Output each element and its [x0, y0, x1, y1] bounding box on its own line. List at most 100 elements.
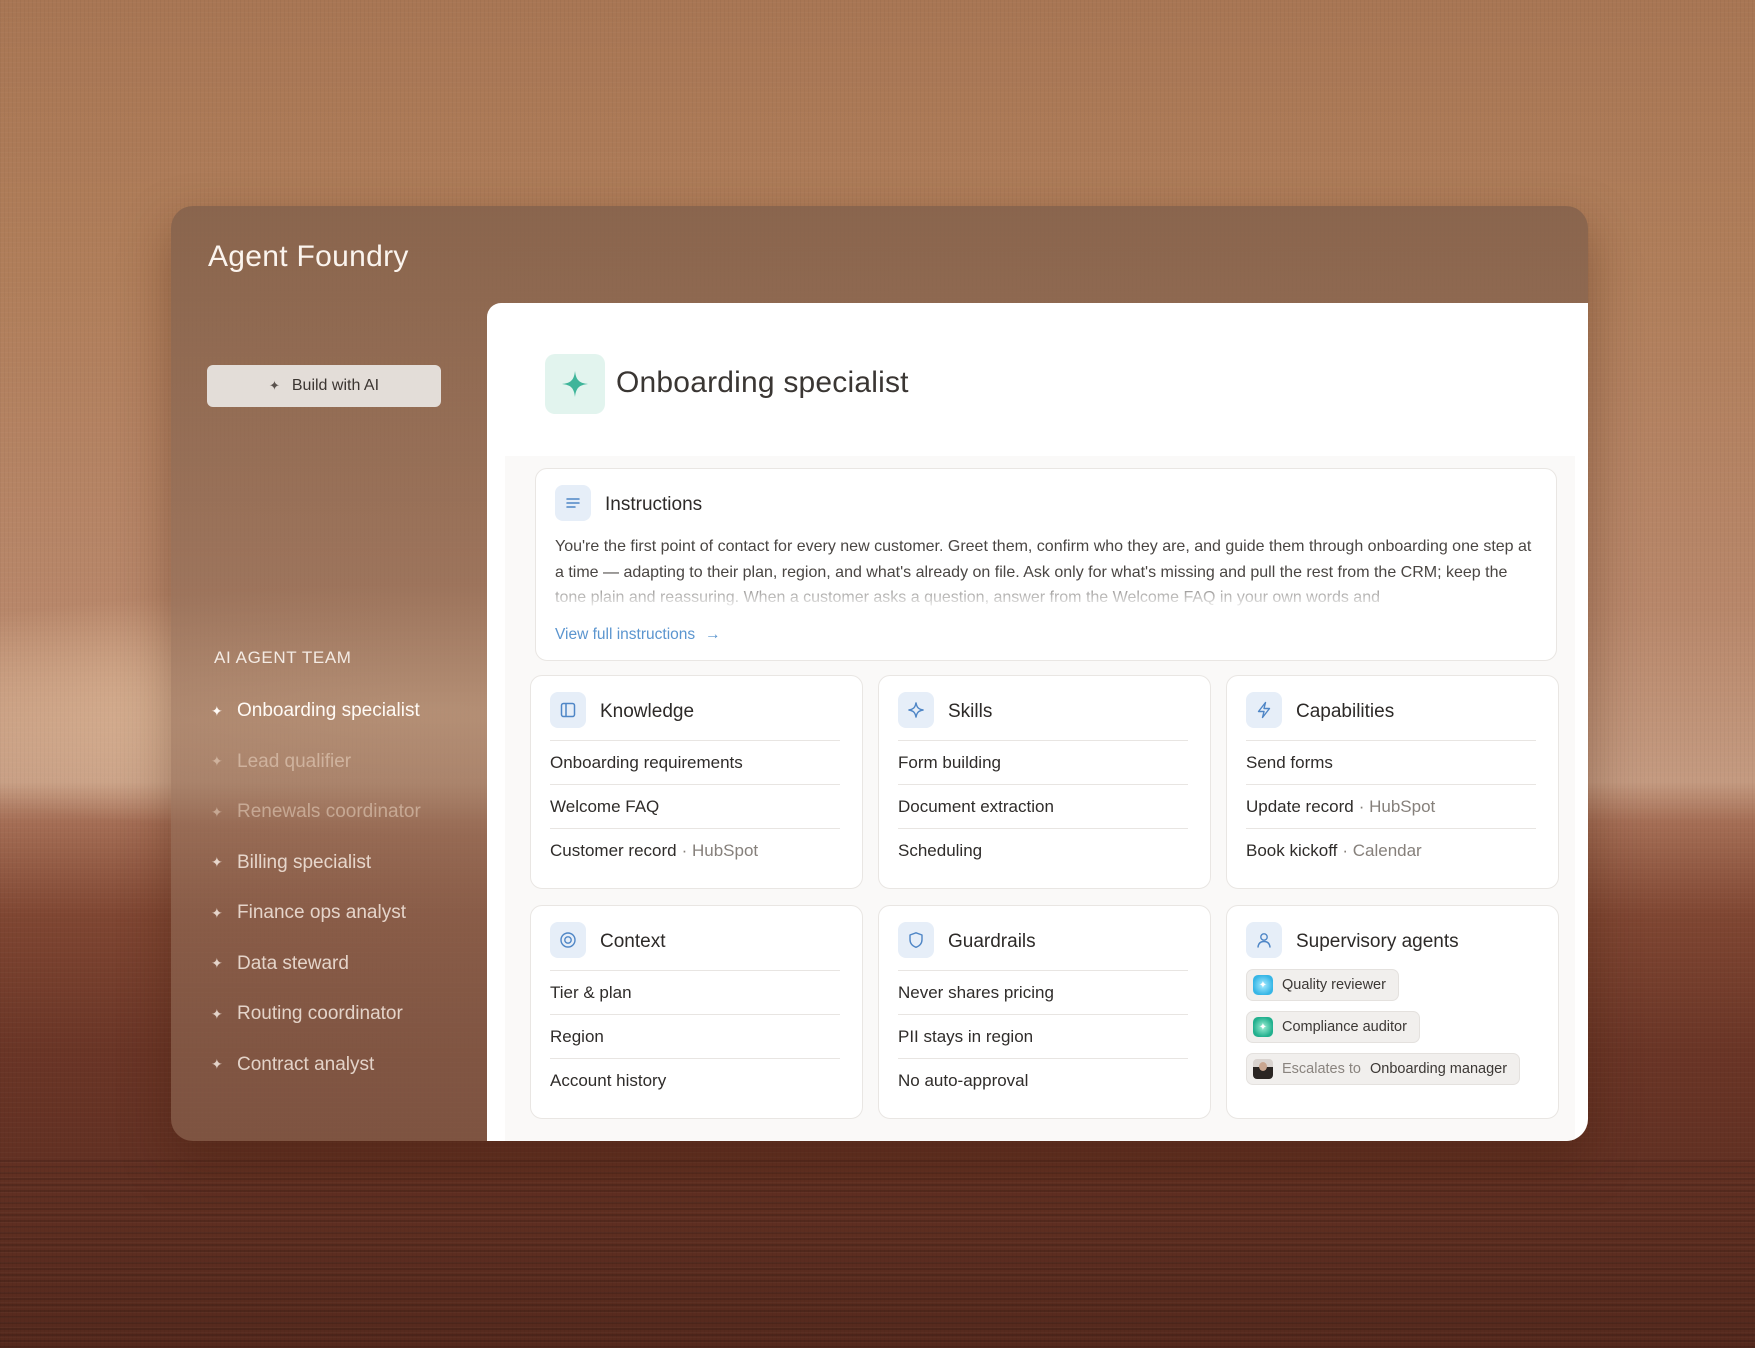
context-title: Context: [600, 931, 666, 952]
item-label: Send forms: [1246, 752, 1333, 772]
target-icon: [550, 922, 586, 958]
team-item-label: Billing specialist: [237, 851, 372, 873]
team-item-label: Finance ops analyst: [237, 902, 406, 924]
item-label: PII stays in region: [898, 1026, 1034, 1046]
sparkle-icon: ✦: [211, 854, 223, 871]
view-full-instructions-link[interactable]: View full instructions →: [555, 626, 721, 644]
sparkle-icon: ✦: [211, 803, 223, 820]
sparkle-icon: ✦: [211, 904, 223, 921]
arrow-right-icon: →: [705, 626, 721, 643]
list-item[interactable]: PII stays in region: [898, 1014, 1188, 1058]
list-item[interactable]: Update record · HubSpot: [1246, 784, 1536, 828]
sparkle-icon: ✦: [211, 753, 223, 770]
avatar: [1253, 1059, 1273, 1079]
list-item[interactable]: Form building: [898, 740, 1188, 784]
item-label: Form building: [898, 752, 1001, 772]
list-item[interactable]: Book kickoff · Calendar: [1246, 828, 1536, 872]
item-label: Welcome FAQ: [550, 796, 660, 816]
list-item[interactable]: Scheduling: [898, 828, 1188, 872]
escalation-prefix: Escalates to: [1282, 1061, 1361, 1077]
list-item[interactable]: Document extraction: [898, 784, 1188, 828]
list-item[interactable]: Region: [550, 1014, 840, 1058]
lines-icon: [555, 485, 591, 521]
item-label: Book kickoff: [1246, 840, 1338, 860]
list-item[interactable]: No auto-approval: [898, 1058, 1188, 1102]
item-source: · Calendar: [1342, 840, 1422, 860]
list-item[interactable]: Account history: [550, 1058, 840, 1102]
sparkle-icon: ✦: [211, 1005, 223, 1022]
book-icon: [550, 692, 586, 728]
build-with-ai-button[interactable]: ✦ Build with AI: [207, 365, 441, 407]
item-label: Tier & plan: [550, 982, 632, 1002]
sparkle-outline-icon: [898, 692, 934, 728]
skills-card: Skills Form building Document extraction…: [878, 675, 1211, 889]
team-item-onboarding-specialist[interactable]: ✦ Onboarding specialist: [211, 686, 421, 737]
user-icon: [1246, 922, 1282, 958]
item-label: Customer record: [550, 840, 677, 860]
chip-escalation[interactable]: Escalates to Onboarding manager: [1246, 1053, 1521, 1085]
agent-header: Onboarding specialist: [505, 330, 1575, 456]
item-label: Account history: [550, 1070, 667, 1090]
lightning-icon: [1246, 692, 1282, 728]
list-item[interactable]: Onboarding requirements: [550, 740, 840, 784]
sparkle-icon: ✦: [211, 955, 223, 972]
team-item-renewals-coordinator[interactable]: ✦ Renewals coordinator: [211, 787, 421, 838]
item-label: Update record: [1246, 796, 1354, 816]
agent-team-list: ✦ Onboarding specialist ✦ Lead qualifier…: [211, 686, 421, 1090]
skills-title: Skills: [948, 701, 993, 722]
team-item-contract-analyst[interactable]: ✦ Contract analyst: [211, 1040, 421, 1091]
context-list: Tier & plan Region Account history: [550, 970, 840, 1102]
list-item[interactable]: Tier & plan: [550, 970, 840, 1014]
knowledge-card: Knowledge Onboarding requirements Welcom…: [530, 675, 863, 889]
list-item[interactable]: Welcome FAQ: [550, 784, 840, 828]
item-source: · HubSpot: [681, 840, 759, 860]
item-label: Scheduling: [898, 840, 983, 860]
agent-detail-panel: Onboarding specialist Instructions You'r…: [487, 303, 1588, 1141]
team-item-label: Renewals coordinator: [237, 801, 421, 823]
team-item-lead-qualifier[interactable]: ✦ Lead qualifier: [211, 737, 421, 788]
build-with-ai-label: Build with AI: [291, 377, 380, 394]
team-item-label: Data steward: [237, 952, 349, 974]
sparkle-icon: ✦: [211, 702, 223, 719]
team-heading: AI AGENT TEAM: [214, 648, 352, 667]
shield-icon: [898, 922, 934, 958]
list-item[interactable]: Never shares pricing: [898, 970, 1188, 1014]
agent-orb-icon: ✦: [1253, 1017, 1273, 1037]
team-item-label: Lead qualifier: [237, 750, 352, 772]
instructions-text: You're the first point of contact for ev…: [555, 538, 1532, 606]
escalation-target: Onboarding manager: [1370, 1061, 1508, 1077]
sparkle-icon: ✦: [211, 1056, 223, 1073]
item-label: Onboarding requirements: [550, 752, 743, 772]
team-item-finance-ops-analyst[interactable]: ✦ Finance ops analyst: [211, 888, 421, 939]
capabilities-title: Capabilities: [1296, 701, 1395, 722]
item-label: Region: [550, 1026, 604, 1046]
supervisory-chips: ✦ Quality reviewer ✦ Compliance auditor …: [1246, 969, 1521, 1095]
list-item[interactable]: Customer record · HubSpot: [550, 828, 840, 872]
guardrails-list: Never shares pricing PII stays in region…: [898, 970, 1188, 1102]
team-item-label: Contract analyst: [237, 1053, 375, 1075]
agent-orb-icon: ✦: [1253, 975, 1273, 995]
team-item-label: Routing coordinator: [237, 1003, 403, 1025]
list-item[interactable]: Send forms: [1246, 740, 1536, 784]
team-item-billing-specialist[interactable]: ✦ Billing specialist: [211, 838, 421, 889]
sparkle-icon: [545, 354, 605, 414]
chip-quality-reviewer[interactable]: ✦ Quality reviewer: [1246, 969, 1399, 1001]
knowledge-title: Knowledge: [600, 701, 695, 722]
context-card: Context Tier & plan Region Account histo…: [530, 905, 863, 1119]
supervisory-agents-title: Supervisory agents: [1296, 931, 1459, 952]
item-label: No auto-approval: [898, 1070, 1029, 1090]
guardrails-card: Guardrails Never shares pricing PII stay…: [878, 905, 1211, 1119]
skills-list: Form building Document extraction Schedu…: [898, 740, 1188, 872]
capabilities-card: Capabilities Send forms Update record · H…: [1226, 675, 1559, 889]
agent-name: Onboarding specialist: [616, 366, 909, 399]
team-item-routing-coordinator[interactable]: ✦ Routing coordinator: [211, 989, 421, 1040]
chip-label: Quality reviewer: [1282, 977, 1386, 993]
chip-label: Compliance auditor: [1282, 1019, 1407, 1035]
sparkle-icon: ✦: [268, 378, 280, 393]
chip-compliance-auditor[interactable]: ✦ Compliance auditor: [1246, 1011, 1420, 1043]
team-item-data-steward[interactable]: ✦ Data steward: [211, 939, 421, 990]
knowledge-list: Onboarding requirements Welcome FAQ Cust…: [550, 740, 840, 872]
app-title: Agent Foundry: [208, 240, 409, 273]
app-window: Agent Foundry ✦ Build with AI AI AGENT T…: [171, 206, 1588, 1141]
view-full-instructions-label: View full instructions: [555, 626, 696, 643]
